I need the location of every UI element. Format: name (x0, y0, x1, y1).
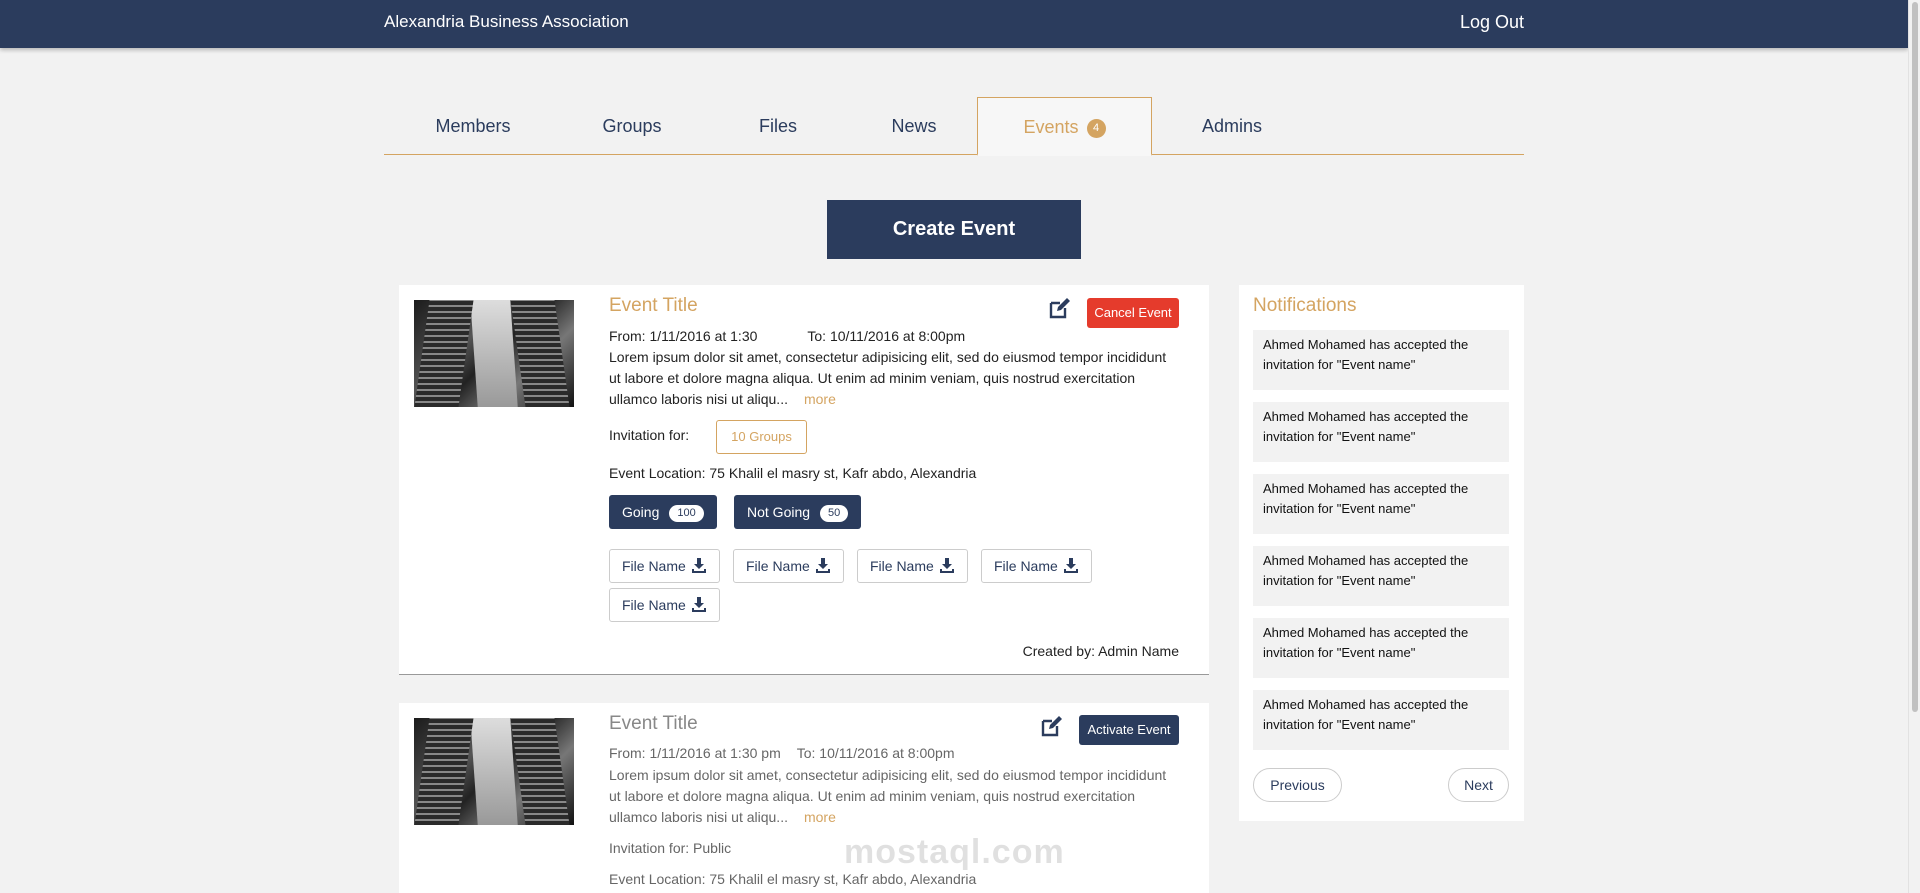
event-location: Event Location: 75 Khalil el masry st, K… (609, 871, 977, 887)
created-by: Created by: Admin Name (1022, 643, 1179, 659)
event-description: Lorem ipsum dolor sit amet, consectetur … (609, 347, 1179, 410)
download-icon (816, 558, 830, 573)
tab-label: Events (1023, 117, 1079, 137)
going-label: Going (622, 504, 660, 520)
event-dates: From: 1/11/2016 at 1:30 To: 10/11/2016 at… (609, 328, 965, 344)
file-download-button[interactable]: File Name (609, 588, 720, 622)
event-description: Lorem ipsum dolor sit amet, consectetur … (609, 765, 1179, 828)
tab-label: Files (758, 116, 797, 136)
file-name: File Name (746, 558, 810, 574)
not-going-button[interactable]: Not Going 50 (734, 495, 862, 529)
cancel-event-button[interactable]: Cancel Event (1087, 298, 1179, 328)
description-text: Lorem ipsum dolor sit amet, consectetur … (609, 767, 1167, 825)
notifications-title: Notifications (1253, 295, 1357, 316)
tab-label: Admins (1201, 116, 1263, 136)
file-name: File Name (622, 558, 686, 574)
download-icon (1064, 558, 1078, 573)
file-download-button[interactable]: File Name (857, 549, 968, 583)
tab-files[interactable]: Files (728, 97, 828, 155)
edit-icon[interactable] (1047, 297, 1071, 321)
tab-label: Members (435, 116, 511, 136)
description-text: Lorem ipsum dolor sit amet, consectetur … (609, 349, 1167, 407)
going-button[interactable]: Going 100 (609, 495, 717, 529)
watermark-text: mostaql.com (844, 833, 1065, 871)
file-download-button[interactable]: File Name (609, 549, 720, 583)
event-dates: From: 1/11/2016 at 1:30 pm To: 10/11/2016… (609, 745, 954, 761)
not-going-label: Not Going (747, 504, 811, 520)
create-event-button[interactable]: Create Event (827, 200, 1081, 259)
logout-link[interactable]: Log Out (1460, 12, 1524, 33)
events-count-badge: 4 (1086, 119, 1106, 138)
event-image (414, 718, 574, 825)
event-to: To: 10/11/2016 at 8:00pm (807, 328, 966, 344)
brand-title[interactable]: Alexandria Business Association (384, 12, 629, 32)
invitation-label: Invitation for: Public (609, 840, 732, 856)
event-from: From: 1/11/2016 at 1:30 (609, 328, 758, 344)
invited-groups-button[interactable]: 10 Groups (716, 420, 807, 454)
next-button[interactable]: Next (1448, 768, 1509, 802)
notification-item[interactable]: Ahmed Mohamed has accepted the invitatio… (1253, 474, 1509, 534)
more-link[interactable]: more (804, 391, 836, 407)
previous-button[interactable]: Previous (1253, 768, 1342, 802)
file-name: File Name (870, 558, 934, 574)
event-from: From: 1/11/2016 at 1:30 pm (609, 745, 781, 761)
download-icon (940, 558, 954, 573)
file-name: File Name (622, 597, 686, 613)
notification-item[interactable]: Ahmed Mohamed has accepted the invitatio… (1253, 402, 1509, 462)
notification-item[interactable]: Ahmed Mohamed has accepted the invitatio… (1253, 546, 1509, 606)
tab-admins[interactable]: Admins (1152, 97, 1312, 155)
event-card: Event Title Cancel Event From: 1/11/2016… (399, 285, 1209, 675)
file-download-button[interactable]: File Name (981, 549, 1092, 583)
download-icon (692, 597, 706, 612)
event-title[interactable]: Event Title (609, 295, 698, 317)
section-tabs: Members Groups Files News Events 4 Admins (384, 97, 1524, 156)
invitation-label: Invitation for: (609, 427, 690, 443)
activate-event-button[interactable]: Activate Event (1079, 715, 1179, 745)
more-link[interactable]: more (804, 809, 836, 825)
event-image (414, 300, 574, 407)
notification-item[interactable]: Ahmed Mohamed has accepted the invitatio… (1253, 690, 1509, 750)
event-to: To: 10/11/2016 at 8:00pm (796, 745, 955, 761)
tab-members[interactable]: Members (414, 97, 532, 155)
going-count-badge: 100 (669, 505, 704, 522)
notification-item[interactable]: Ahmed Mohamed has accepted the invitatio… (1253, 330, 1509, 390)
notification-item[interactable]: Ahmed Mohamed has accepted the invitatio… (1253, 618, 1509, 678)
tab-events[interactable]: Events 4 (977, 97, 1152, 156)
file-download-button[interactable]: File Name (733, 549, 844, 583)
edit-icon[interactable] (1039, 715, 1063, 739)
scrollbar-thumb[interactable] (1912, 2, 1918, 712)
tab-groups[interactable]: Groups (576, 97, 688, 155)
event-title[interactable]: Event Title (609, 713, 698, 735)
event-location: Event Location: 75 Khalil el masry st, K… (609, 465, 977, 481)
page-scrollbar[interactable] (1908, 0, 1920, 893)
top-nav-bar: Alexandria Business Association Log Out (0, 0, 1908, 48)
tab-news[interactable]: News (864, 97, 964, 155)
event-card: Event Title Activate Event From: 1/11/20… (399, 703, 1209, 893)
notifications-panel: Notifications Ahmed Mohamed has accepted… (1239, 285, 1524, 821)
tab-label: News (891, 116, 937, 136)
not-going-count-badge: 50 (820, 505, 849, 522)
file-name: File Name (994, 558, 1058, 574)
tab-label: Groups (602, 116, 662, 136)
download-icon (692, 558, 706, 573)
